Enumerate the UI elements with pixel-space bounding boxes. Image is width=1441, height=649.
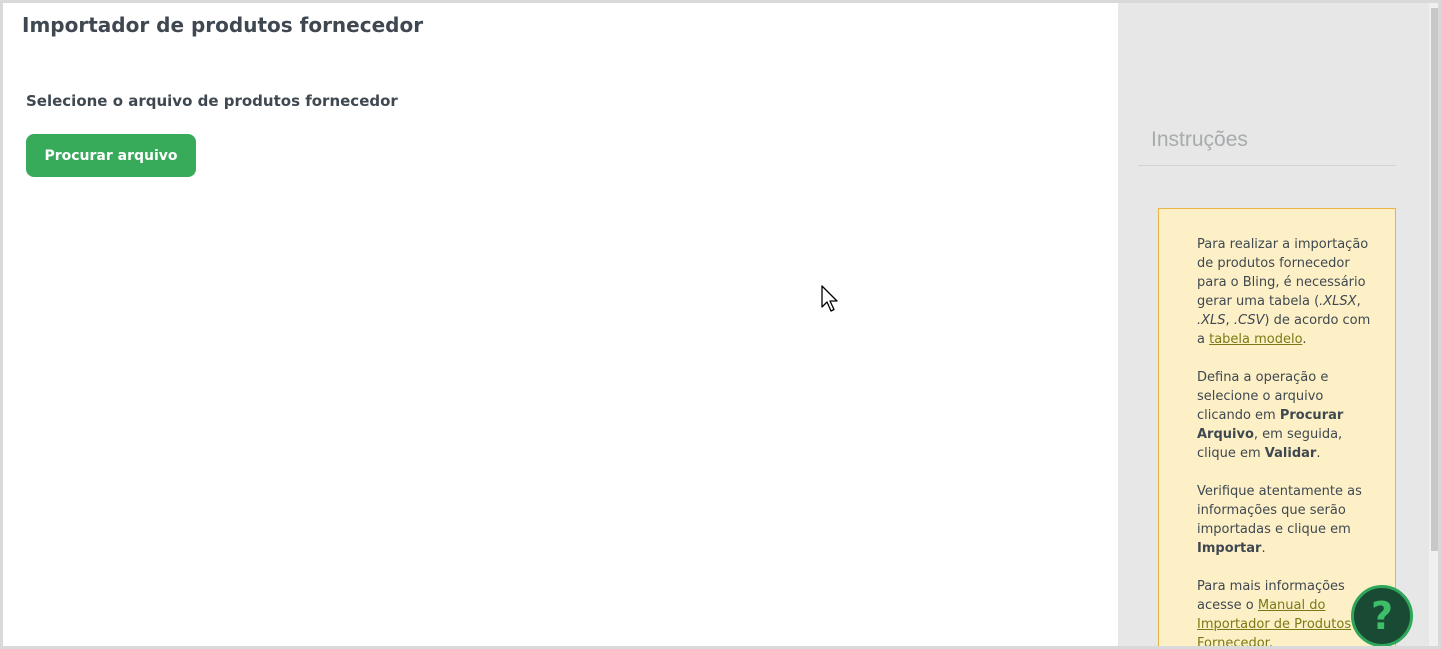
- vertical-scrollbar[interactable]: [1429, 3, 1438, 646]
- file-select-label: Selecione o arquivo de produtos forneced…: [26, 92, 398, 110]
- punctuation: .: [1268, 636, 1273, 649]
- instruction-paragraph-2: Defina a operação e selecione o arquivo …: [1197, 368, 1375, 463]
- file-extension-csv: .CSV: [1233, 313, 1265, 328]
- separator: ,: [1225, 313, 1234, 328]
- instruction-paragraph-3: Verifique atentamente as informações que…: [1197, 482, 1375, 558]
- mouse-cursor-icon: [821, 285, 838, 312]
- instructions-heading: Instruções: [1151, 128, 1248, 151]
- file-extension-xls: .XLS: [1197, 313, 1226, 328]
- import-reference: Importar: [1197, 541, 1262, 556]
- instruction-paragraph-4: Para mais informações acesse o Manual do…: [1197, 577, 1375, 649]
- validate-reference: Validar: [1264, 446, 1317, 461]
- instructions-sidebar: Instruções Para realizar a importação de…: [1118, 3, 1438, 649]
- scrollbar-thumb[interactable]: [1431, 8, 1438, 551]
- instruction-text: Verifique atentamente as informações que…: [1197, 484, 1362, 537]
- separator: ,: [1356, 294, 1361, 309]
- heading-divider: [1138, 165, 1396, 166]
- file-extension-xlsx: .XLSX: [1319, 294, 1357, 309]
- main-panel: Importador de produtos fornecedor Seleci…: [3, 3, 1118, 646]
- punctuation: .: [1261, 541, 1266, 556]
- help-button[interactable]: ?: [1351, 585, 1413, 646]
- instruction-paragraph-1: Para realizar a importação de produtos f…: [1197, 235, 1375, 349]
- page-title: Importador de produtos fornecedor: [22, 13, 424, 37]
- instructions-box: Para realizar a importação de produtos f…: [1158, 208, 1396, 649]
- browse-file-button[interactable]: Procurar arquivo: [26, 134, 196, 177]
- punctuation: .: [1316, 446, 1321, 461]
- app-window: Importador de produtos fornecedor Seleci…: [0, 0, 1441, 649]
- question-mark-icon: ?: [1370, 594, 1394, 638]
- template-table-link[interactable]: tabela modelo: [1209, 332, 1302, 347]
- punctuation: .: [1302, 332, 1307, 347]
